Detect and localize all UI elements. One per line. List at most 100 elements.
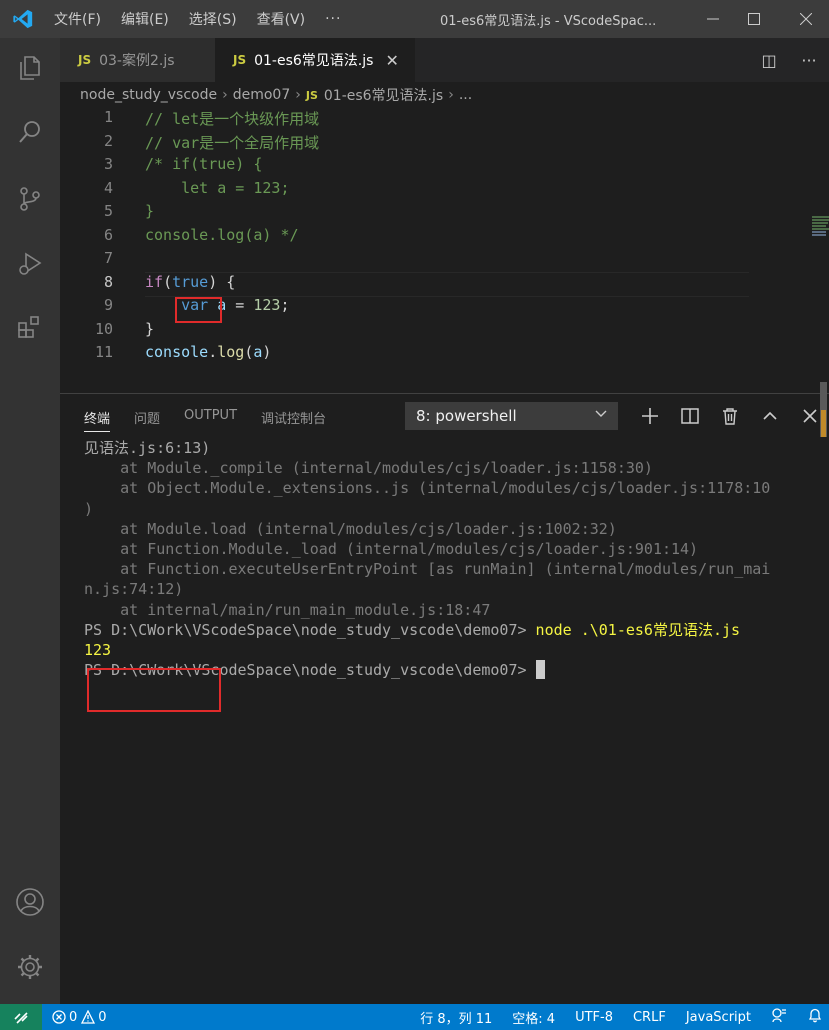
code-editor[interactable]: 1 // let是一个块级作用域 2 // var是一个全局作用域 3 /* i… [60,108,829,393]
source-control-button[interactable] [12,181,48,217]
terminal-select-value: 8: powershell [416,407,517,425]
terminal-select[interactable]: 8: powershell [405,402,618,430]
source-control-icon [20,187,40,211]
terminal-line: 见语法.js:6:13) [84,439,211,457]
trash-icon [723,408,737,425]
gear-icon [18,955,42,979]
code-line: 6 console.log(a) */ [60,226,750,250]
code-text: console.log(a) [145,343,272,361]
indentation[interactable]: 空格: 4 [512,1008,555,1027]
maximize-button[interactable] [731,0,777,38]
tab-03-case2[interactable]: JS 03-案例2.js [60,38,215,82]
warning-icon [81,1010,96,1024]
line-number: 2 [103,131,113,150]
menu-edit[interactable]: 编辑(E) [121,9,169,29]
menu-view[interactable]: 查看(V) [257,9,306,29]
more-actions-icon[interactable]: ··· [789,51,829,70]
menu-more[interactable]: ··· [325,11,341,27]
tab-label: 03-案例2.js [99,53,175,69]
breadcrumb: node_study_vscode › demo07 › JS 01-es6常见… [60,82,829,108]
manage-button[interactable] [12,949,48,985]
chevron-down-icon [594,406,608,424]
breadcrumb-item[interactable]: demo07 [233,87,291,103]
line-number: 10 [94,319,113,338]
minimap[interactable] [812,216,829,246]
terminal-command: node .\01-es6常见语法.js [535,620,741,639]
terminal-line: at internal/main/run_main_module.js:18:4… [84,600,491,619]
code-line: 2 // var是一个全局作用域 [60,132,750,156]
editor-tabs: JS 03-案例2.js JS 01-es6常见语法.js ✕ ◫ ··· [60,38,829,82]
terminal-output[interactable]: 见语法.js:6:13) at Module._compile (interna… [84,438,784,712]
explorer-button[interactable] [12,50,48,86]
run-debug-button[interactable] [12,246,48,282]
extensions-icon [18,316,39,338]
tab-problems[interactable]: 问题 [134,408,160,432]
close-icon [803,409,817,423]
code-line: 3 /* if(true) { [60,155,750,179]
problems-status[interactable]: 0 0 [52,1004,107,1030]
js-file-icon: JS [78,53,92,67]
notifications-button[interactable] [807,1007,823,1027]
remote-button[interactable] [0,1004,42,1030]
code-line: 7 [60,249,750,273]
panel-tabs: 终端 问题 OUTPUT 调试控制台 [84,408,350,432]
terminal-line: at Module.load (internal/modules/cjs/loa… [84,519,617,538]
code-text: } [145,202,155,220]
extensions-button[interactable] [12,310,48,346]
bottom-panel: 终端 问题 OUTPUT 调试控制台 8: powershell 见语法.js:… [60,382,829,1004]
minimize-icon [707,18,719,20]
end-of-line[interactable]: CRLF [633,1010,666,1025]
bell-icon [808,1008,822,1023]
maximize-panel-button[interactable] [750,402,790,430]
terminal-prompt: PS D:\CWork\VScodeSpace\node_study_vscod… [84,620,527,639]
breadcrumb-item[interactable]: node_study_vscode [80,87,217,103]
warning-count: 0 [98,1009,107,1025]
tab-close-icon[interactable]: ✕ [385,51,398,70]
cursor-position[interactable]: 行 8，列 11 [420,1008,492,1027]
line-number: 8 [103,272,113,291]
code-line: 4 let a = 123; [60,179,750,203]
code-line: 8 if(true) { [60,273,750,297]
editor-actions: ◫ ··· [749,38,829,82]
annotation-highlight-box [175,297,222,323]
chevron-right-icon: › [295,87,301,103]
encoding[interactable]: UTF-8 [575,1010,613,1025]
line-number: 4 [103,178,113,197]
split-terminal-button[interactable] [670,402,710,430]
plus-icon [642,408,658,424]
new-terminal-button[interactable] [630,402,670,430]
tab-terminal[interactable]: 终端 [84,408,111,432]
tab-label: 01-es6常见语法.js [254,53,374,69]
accounts-button[interactable] [12,884,48,920]
files-icon [20,56,40,80]
panel-actions [630,402,829,430]
language-mode[interactable]: JavaScript [686,1010,751,1025]
kill-terminal-button[interactable] [710,402,750,430]
split-editor-icon[interactable]: ◫ [749,51,789,70]
terminal-line: at Object.Module._extensions..js (intern… [84,479,771,498]
minimize-button[interactable] [690,0,736,38]
feedback-button[interactable] [771,1007,787,1027]
error-count: 0 [69,1009,78,1025]
split-icon [681,408,699,424]
breadcrumb-file[interactable]: 01-es6常见语法.js [324,85,443,105]
search-icon [19,121,40,143]
line-number: 7 [103,249,113,267]
run-debug-icon [19,252,42,275]
close-window-button[interactable] [783,0,829,38]
search-button[interactable] [12,114,48,150]
terminal-line: at Module._compile (internal/modules/cjs… [84,459,653,478]
menu-file[interactable]: 文件(F) [54,9,101,29]
code-line: 11 console.log(a) [60,343,750,367]
code-text: /* if(true) { [145,155,263,173]
status-bar: 0 0 行 8，列 11 空格: 4 UTF-8 CRLF JavaScript [0,1004,829,1030]
menu-bar: 文件(F) 编辑(E) 选择(S) 查看(V) ··· [54,0,361,38]
breadcrumb-symbols[interactable]: ... [459,87,472,103]
activity-bar [0,38,60,1004]
tab-01-es6[interactable]: JS 01-es6常见语法.js ✕ [215,38,415,82]
tab-output[interactable]: OUTPUT [184,408,237,432]
title-bar: 文件(F) 编辑(E) 选择(S) 查看(V) ··· 01-es6常见语法.j… [0,0,829,38]
chevron-right-icon: › [448,87,454,103]
tab-debug-console[interactable]: 调试控制台 [261,408,326,432]
menu-selection[interactable]: 选择(S) [189,9,237,29]
